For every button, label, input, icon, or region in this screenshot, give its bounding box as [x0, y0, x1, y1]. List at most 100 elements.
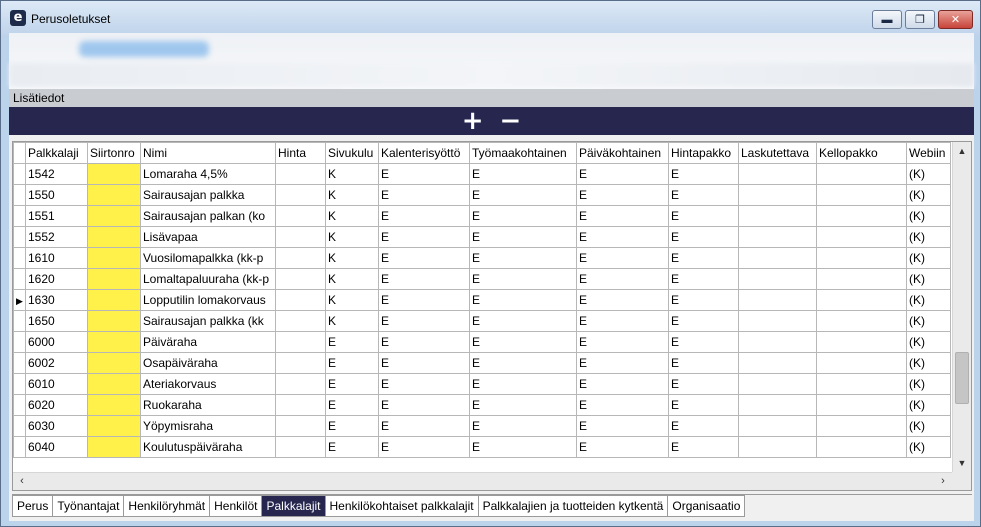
table-row[interactable]: 6002 Osapäiväraha E E E E E (K) [13, 352, 951, 374]
scroll-right-icon[interactable]: › [934, 473, 952, 490]
row-indicator[interactable] [13, 310, 26, 332]
grid-cell[interactable]: E [325, 331, 379, 353]
grid-cell[interactable] [738, 415, 817, 437]
grid-cell[interactable] [275, 268, 326, 290]
grid-cell[interactable] [87, 205, 141, 227]
grid-cell[interactable]: (K) [906, 394, 951, 416]
grid-cell[interactable]: E [576, 394, 669, 416]
grid-cell[interactable]: E [576, 352, 669, 374]
table-row[interactable]: 1550 Sairausajan palkka K E E E E (K) [13, 184, 951, 206]
grid-cell[interactable] [738, 184, 817, 206]
grid-cell[interactable]: E [469, 184, 577, 206]
grid-cell[interactable] [87, 184, 141, 206]
grid-cell[interactable] [87, 268, 141, 290]
column-header-hintapakko[interactable]: Hintapakko [668, 142, 739, 164]
column-header-webiin[interactable]: Webiin [906, 142, 951, 164]
grid-cell[interactable]: E [378, 247, 470, 269]
grid-cell[interactable]: E [469, 394, 577, 416]
table-row[interactable]: 6000 Päiväraha E E E E E (K) [13, 331, 951, 353]
grid-cell[interactable] [275, 184, 326, 206]
grid-cell[interactable]: Sairausajan palkan (ko [140, 205, 276, 227]
grid-cell[interactable]: 1650 [25, 310, 88, 332]
row-indicator[interactable] [13, 205, 26, 227]
grid-cell[interactable]: E [668, 163, 739, 185]
grid-cell[interactable]: E [378, 394, 470, 416]
grid-cell[interactable]: Ateriakorvaus [140, 373, 276, 395]
tab-palkkalajien-ja-tuotteiden-kytkentä[interactable]: Palkkalajien ja tuotteiden kytkentä [478, 495, 669, 517]
grid-cell[interactable]: Sairausajan palkka [140, 184, 276, 206]
grid-cell[interactable]: E [469, 436, 577, 458]
grid-cell[interactable]: 1552 [25, 226, 88, 248]
grid-cell[interactable]: E [668, 268, 739, 290]
grid-cell[interactable] [87, 310, 141, 332]
grid-cell[interactable]: Vuosilomapalkka (kk-p [140, 247, 276, 269]
grid-cell[interactable]: 1630 [25, 289, 88, 311]
grid-cell[interactable]: Lisävapaa [140, 226, 276, 248]
grid-cell[interactable]: 1620 [25, 268, 88, 290]
grid-cell[interactable] [87, 373, 141, 395]
grid-cell[interactable] [275, 163, 326, 185]
grid-cell[interactable]: E [668, 415, 739, 437]
grid-cell[interactable]: E [668, 226, 739, 248]
grid-cell[interactable] [816, 352, 907, 374]
grid-cell[interactable]: E [469, 247, 577, 269]
row-indicator[interactable] [13, 331, 26, 353]
grid-cell[interactable] [816, 394, 907, 416]
grid-cell[interactable]: 1550 [25, 184, 88, 206]
grid-cell[interactable]: E [576, 184, 669, 206]
grid-cell[interactable]: 6020 [25, 394, 88, 416]
grid-cell[interactable]: Ruokaraha [140, 394, 276, 416]
scroll-left-icon[interactable]: ‹ [13, 473, 31, 490]
grid-cell[interactable]: K [325, 184, 379, 206]
grid-cell[interactable] [275, 247, 326, 269]
scroll-down-icon[interactable]: ▼ [953, 454, 971, 472]
grid-cell[interactable]: (K) [906, 352, 951, 374]
grid-cell[interactable]: (K) [906, 289, 951, 311]
grid-cell[interactable]: E [576, 373, 669, 395]
grid-cell[interactable] [87, 394, 141, 416]
table-row[interactable]: 6030 Yöpymisraha E E E E E (K) [13, 415, 951, 437]
column-header-laskutettava[interactable]: Laskutettava [738, 142, 817, 164]
grid-cell[interactable] [738, 247, 817, 269]
grid-cell[interactable]: (K) [906, 226, 951, 248]
table-row[interactable]: 6020 Ruokaraha E E E E E (K) [13, 394, 951, 416]
scroll-up-icon[interactable]: ▲ [953, 142, 971, 160]
grid-cell[interactable] [87, 352, 141, 374]
data-grid[interactable]: Palkkalaji Siirtonro Nimi Hinta Sivukulu Kale… [12, 141, 972, 491]
grid-cell[interactable] [275, 373, 326, 395]
grid-cell[interactable]: E [576, 247, 669, 269]
grid-cell[interactable] [275, 226, 326, 248]
grid-cell[interactable]: (K) [906, 163, 951, 185]
grid-cell[interactable] [738, 373, 817, 395]
grid-cell[interactable]: E [378, 331, 470, 353]
tab-työnantajat[interactable]: Työnantajat [53, 495, 125, 517]
grid-cell[interactable]: 1542 [25, 163, 88, 185]
tab-perus[interactable]: Perus [12, 495, 54, 517]
grid-cell[interactable]: E [325, 373, 379, 395]
minimize-button[interactable]: ▬ [872, 10, 902, 29]
grid-cell[interactable]: E [576, 436, 669, 458]
grid-cell[interactable] [816, 289, 907, 311]
table-row[interactable]: 1552 Lisävapaa K E E E E (K) [13, 226, 951, 248]
row-indicator[interactable] [13, 373, 26, 395]
grid-cell[interactable]: Lopputilin lomakorvaus [140, 289, 276, 311]
grid-cell[interactable]: Lomaltapaluuraha (kk-p [140, 268, 276, 290]
grid-cell[interactable]: E [469, 289, 577, 311]
grid-cell[interactable]: E [325, 436, 379, 458]
column-header-sivukulu[interactable]: Sivukulu [325, 142, 379, 164]
grid-cell[interactable]: E [325, 352, 379, 374]
grid-cell[interactable] [275, 394, 326, 416]
row-indicator[interactable] [13, 436, 26, 458]
grid-cell[interactable]: E [378, 226, 470, 248]
column-header-kalenterisyöttö[interactable]: Kalenterisyöttö [378, 142, 470, 164]
table-row[interactable]: 1650 Sairausajan palkka (kk K E E E E (K) [13, 310, 951, 332]
grid-cell[interactable]: K [325, 247, 379, 269]
grid-cell[interactable] [816, 247, 907, 269]
title-bar[interactable]: e Perusoletukset ▬ ❐ ✕ [1, 1, 980, 37]
grid-cell[interactable] [738, 436, 817, 458]
grid-cell[interactable] [816, 205, 907, 227]
grid-cell[interactable]: E [469, 268, 577, 290]
table-row[interactable]: 1610 Vuosilomapalkka (kk-p K E E E E (K) [13, 247, 951, 269]
row-indicator[interactable] [13, 394, 26, 416]
grid-cell[interactable]: E [668, 394, 739, 416]
